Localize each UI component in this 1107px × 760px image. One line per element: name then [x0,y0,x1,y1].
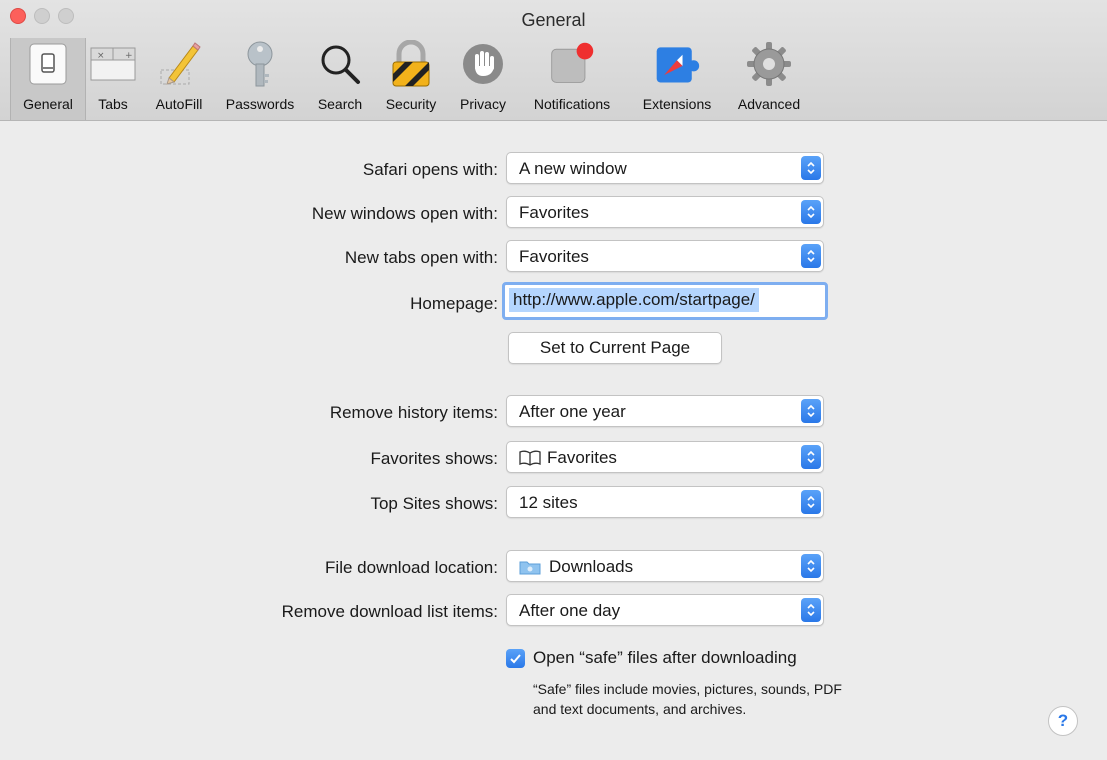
popup-value-wrap: Downloads [519,557,633,577]
toolbar-label-tabs: Tabs [98,96,128,112]
safe-files-note: “Safe” files include movies, pictures, s… [533,681,842,717]
svg-text:×: × [97,51,105,61]
book-icon [519,450,541,466]
toolbar-tab-notifications[interactable]: Notifications [520,38,624,120]
folder-icon [519,561,541,575]
new-windows-open-with-row: New windows open with: Favorites [0,196,1107,230]
homepage-row: Homepage: http://www.apple.com/startpage… [0,282,1107,320]
chevron-updown-icon [801,490,821,514]
chevron-updown-icon [801,200,821,224]
popup-value: 12 sites [519,493,578,512]
popup-value: Favorites [519,247,589,266]
toolbar-label-passwords: Passwords [225,96,295,112]
toolbar-label-notifications: Notifications [533,96,611,112]
popup-value: Downloads [549,557,634,576]
popup-value: A new window [519,159,627,178]
chevron-updown-icon [801,554,821,578]
remove-download-list-items-popup[interactable]: After one day [506,594,824,626]
general-preferences-pane: Safari opens with: A new window New wind… [0,121,1107,760]
chevron-updown-icon [801,399,821,423]
pencil-icon [155,40,203,88]
toolbar-tab-tabs[interactable]: × + Tabs [88,38,138,120]
toolbar-label-autofill: AutoFill [155,96,203,112]
gear-icon [745,40,793,88]
toolbar-tab-search[interactable]: Search [310,38,370,120]
new-tabs-open-with-popup[interactable]: Favorites [506,240,824,272]
favorites-shows-row: Favorites shows: Favorites [0,441,1107,475]
favorites-shows-popup[interactable]: Favorites [506,441,824,473]
toolbar-tab-privacy[interactable]: Privacy [452,38,514,120]
help-button[interactable]: ? [1048,706,1078,736]
key-icon [236,40,284,88]
toolbar-tab-advanced[interactable]: Advanced [728,38,810,120]
set-to-current-page-button[interactable]: Set to Current Page [508,332,722,364]
svg-text:+: + [125,51,133,61]
puzzle-compass-icon [653,40,701,88]
toolbar-tab-security[interactable]: Security [375,38,447,120]
homepage-field[interactable]: http://www.apple.com/startpage/ [502,282,828,320]
toolbar-tab-autofill[interactable]: AutoFill [146,38,212,120]
notification-badge-icon [548,40,596,88]
popup-value-wrap: Favorites [519,448,617,468]
homepage-label: Homepage: [410,294,498,313]
toolbar-label-general: General [23,96,73,112]
padlock-icon [387,40,435,88]
set-current-page-row: Set to Current Page [0,332,1107,366]
window-titlebar: General General × + Tabs AutoFill Passwo… [0,0,1107,121]
top-sites-shows-label: Top Sites shows: [370,494,498,513]
open-safe-files-label[interactable]: Open “safe” files after downloading [533,648,797,668]
chevron-updown-icon [801,156,821,180]
homepage-value: http://www.apple.com/startpage/ [509,288,759,312]
top-sites-shows-row: Top Sites shows: 12 sites [0,486,1107,520]
file-download-location-row: File download location: Downloads [0,550,1107,584]
toolbar-label-advanced: Advanced [737,96,801,112]
remove-download-list-items-label: Remove download list items: [281,602,498,621]
toolbar-label-search: Search [317,96,363,112]
chevron-updown-icon [801,244,821,268]
general-switch-icon [24,40,72,88]
toolbar-label-extensions: Extensions [642,96,712,112]
toolbar-tab-general[interactable]: General [10,38,86,120]
remove-history-items-row: Remove history items: After one year [0,395,1107,429]
remove-download-list-items-row: Remove download list items: After one da… [0,594,1107,628]
safari-opens-with-label: Safari opens with: [362,160,498,179]
toolbar-tab-passwords[interactable]: Passwords [216,38,304,120]
chevron-updown-icon [801,598,821,622]
popup-value: Favorites [519,203,589,222]
popup-value: After one day [519,601,621,620]
top-sites-shows-popup[interactable]: 12 sites [506,486,824,518]
file-download-location-label: File download location: [325,558,498,577]
favorites-shows-label: Favorites shows: [370,449,498,468]
file-download-location-popup[interactable]: Downloads [506,550,824,582]
open-safe-files-checkbox[interactable] [506,649,525,668]
popup-value: Favorites [547,448,617,467]
magnifier-icon [316,40,364,88]
new-tabs-open-with-row: New tabs open with: Favorites [0,240,1107,274]
new-tabs-open-with-label: New tabs open with: [344,248,498,267]
tabs-icon: × + [89,40,137,88]
toolbar-tab-extensions[interactable]: Extensions [632,38,722,120]
popup-value: After one year [519,402,626,421]
remove-history-items-popup[interactable]: After one year [506,395,824,427]
new-windows-open-with-label: New windows open with: [311,204,498,223]
safari-opens-with-row: Safari opens with: A new window [0,152,1107,186]
remove-history-items-label: Remove history items: [329,403,498,422]
window-title: General [521,10,586,30]
toolbar-label-privacy: Privacy [460,96,506,112]
chevron-updown-icon [801,445,821,469]
toolbar-label-security: Security [385,96,437,112]
hand-icon [459,40,507,88]
safari-opens-with-popup[interactable]: A new window [506,152,824,184]
checkmark-icon [510,654,521,664]
new-windows-open-with-popup[interactable]: Favorites [506,196,824,228]
open-safe-files-row: Open “safe” files after downloading “Saf… [0,645,1107,755]
